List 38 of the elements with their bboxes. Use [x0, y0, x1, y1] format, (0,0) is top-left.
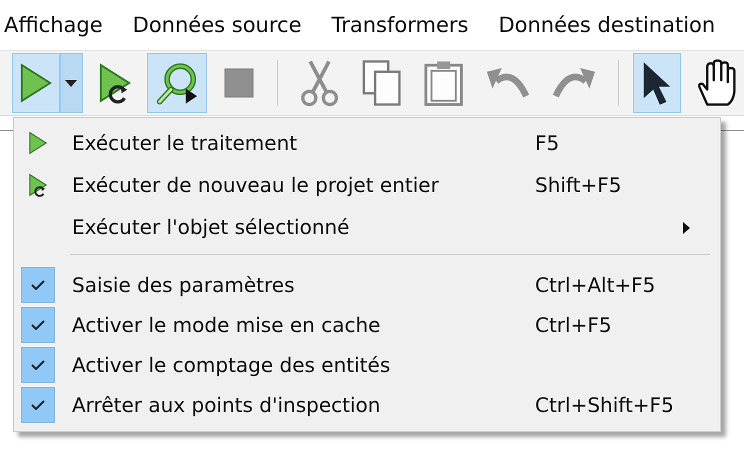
- checkbox[interactable]: [21, 347, 55, 383]
- menu-option[interactable]: Arrêter aux points d'inspection Ctrl+Shift+F5: [14, 385, 720, 425]
- checkmark-icon: [31, 360, 45, 370]
- submenu-arrow-icon: [683, 222, 690, 234]
- checkmark-icon: [31, 400, 45, 410]
- checkmark-icon: [31, 320, 45, 330]
- copy-icon: [362, 58, 402, 108]
- menu-option[interactable]: Exécuter l'objet sélectionné: [14, 206, 720, 248]
- checkbox[interactable]: [21, 387, 55, 423]
- dropdown-button[interactable]: [60, 53, 83, 113]
- checkbox[interactable]: [21, 267, 55, 303]
- play-icon: [28, 131, 48, 155]
- stop-icon: [224, 68, 254, 98]
- menu-option[interactable]: Saisie des paramètres Ctrl+Alt+F5: [14, 265, 720, 305]
- menu-option[interactable]: Activer le mode mise en cache Ctrl+F5: [14, 305, 720, 345]
- checkbox[interactable]: [21, 307, 55, 343]
- menu-item[interactable]: Transformers: [332, 13, 468, 37]
- shortcut-text: Ctrl+Shift+F5: [535, 393, 675, 417]
- run-button[interactable]: [12, 53, 60, 113]
- rerun-icon: [98, 61, 132, 105]
- shortcut-text: Ctrl+F5: [535, 313, 613, 337]
- shortcut-text: F5: [535, 131, 560, 155]
- menu-item[interactable]: Données source: [132, 13, 302, 37]
- shortcut-text: Ctrl+Alt+F5: [535, 273, 656, 297]
- menu-option[interactable]: Exécuter de nouveau le projet entier Shift+F5: [14, 164, 720, 206]
- rerun-icon: [28, 173, 48, 197]
- menu-option[interactable]: Exécuter le traitement F5: [14, 122, 720, 164]
- play-icon: [19, 61, 53, 105]
- hand-icon: [696, 58, 737, 108]
- pointer-tool-button[interactable]: [632, 53, 681, 113]
- menu-option[interactable]: Activer le comptage des entités: [14, 345, 720, 385]
- checkmark-icon: [31, 280, 45, 290]
- menu-item[interactable]: Affichage: [4, 13, 103, 37]
- scissors-icon: [299, 58, 340, 108]
- shortcut-text: Shift+F5: [535, 173, 622, 197]
- menu-item[interactable]: Données destination: [498, 13, 716, 37]
- caret-icon: [65, 80, 78, 86]
- inspect-button[interactable]: [146, 53, 208, 113]
